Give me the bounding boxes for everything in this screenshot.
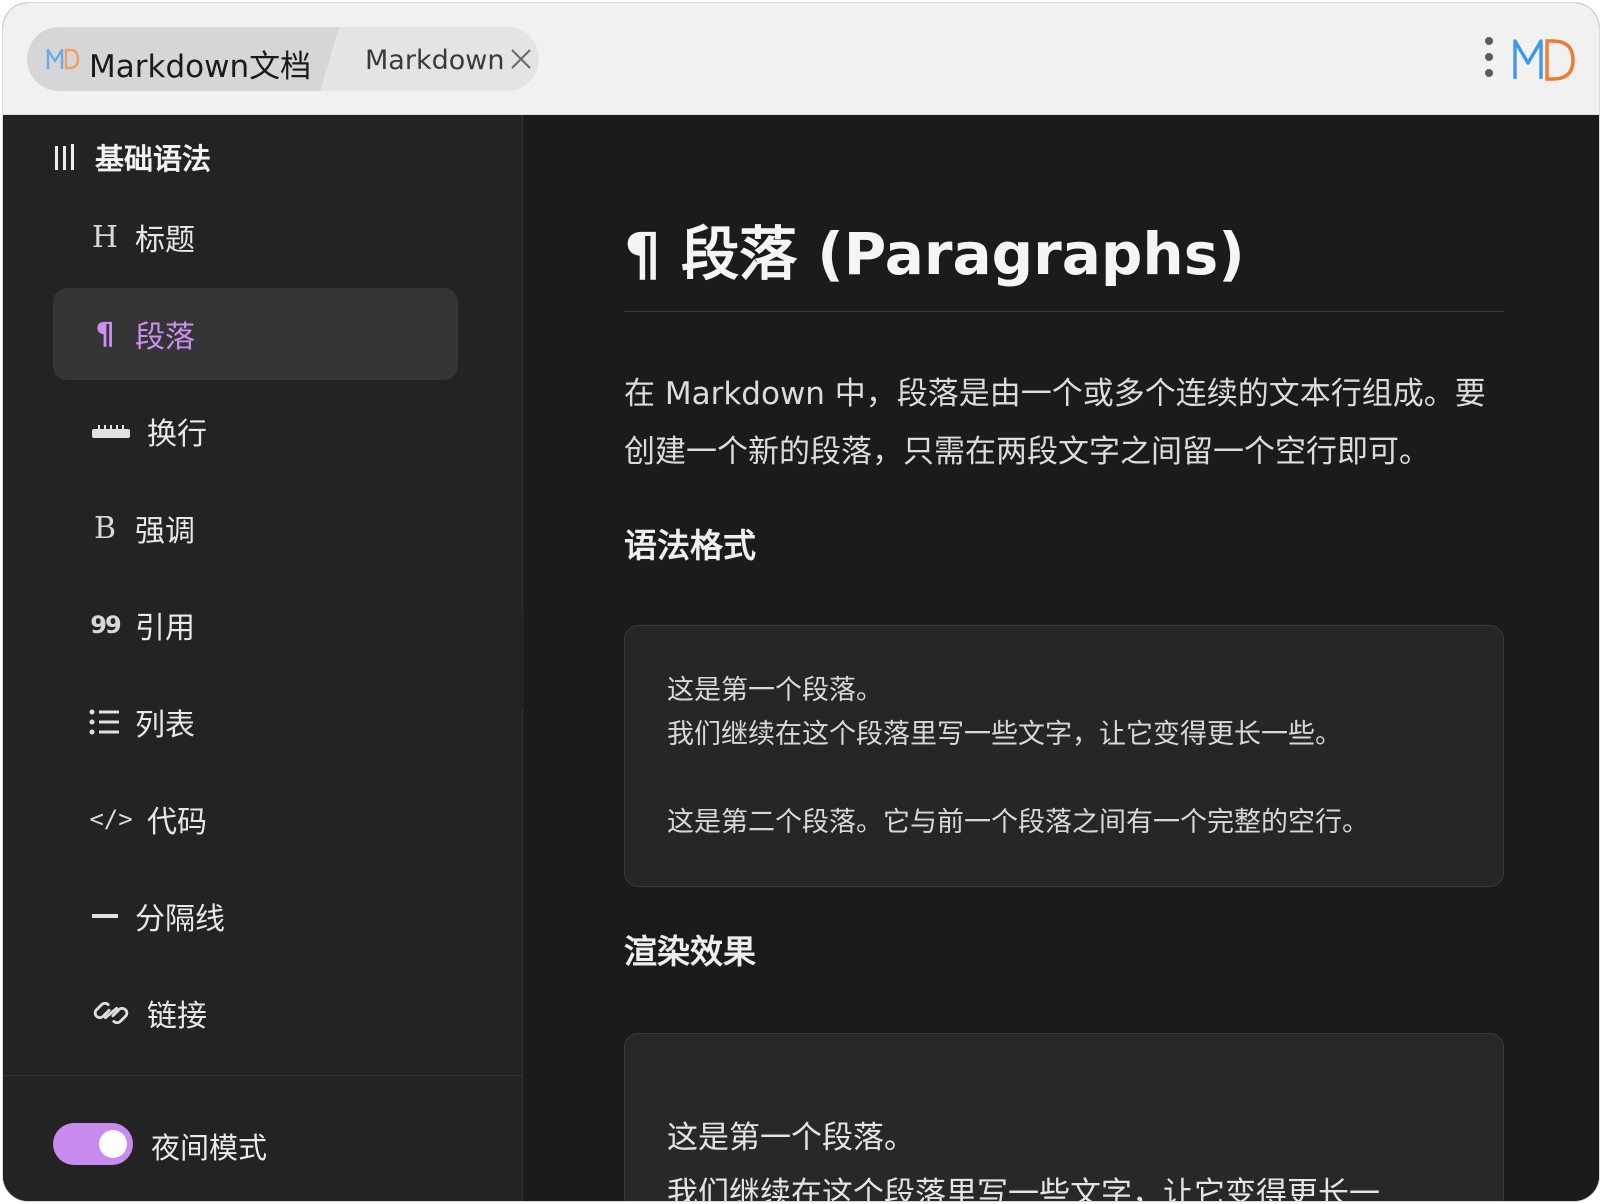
tab-group: Markdown文档 Markdown <box>27 27 539 91</box>
main-content: ¶ 段落 (Paragraphs) 在 Markdown 中，段落是由一个或多个… <box>524 115 1599 1202</box>
sidebar-item-label: 标题 <box>135 223 195 258</box>
more-options-icon[interactable] <box>1483 35 1493 79</box>
sidebar-item-label: 代码 <box>147 805 207 840</box>
sidebar-item-label: 引用 <box>135 611 195 646</box>
sidebar-item-emphasis[interactable]: B 强调 <box>53 482 458 574</box>
tab-secondary-title: Markdown <box>365 45 505 76</box>
tab-markdown[interactable]: Markdown <box>339 27 539 91</box>
page-title: ¶ 段落 (Paragraphs) <box>624 220 1245 288</box>
sidebar-item-paragraph[interactable]: ¶ 段落 <box>53 288 458 380</box>
close-icon[interactable] <box>509 47 533 71</box>
tab-markdown-doc[interactable]: Markdown文档 <box>27 27 339 91</box>
code-line: 这是第二个段落。它与前一个段落之间有一个完整的空行。 <box>667 807 1369 838</box>
code-line: 这是第一个段落。 <box>667 675 883 706</box>
night-mode-toggle[interactable] <box>53 1123 133 1165</box>
sidebar-item-label: 列表 <box>135 708 195 743</box>
render-line: 我们继续在这个段落里写一些文字，让它变得更长一 <box>667 1176 1380 1202</box>
sidebar-item-label: 换行 <box>147 417 207 452</box>
title-divider <box>624 311 1504 312</box>
bold-icon: B <box>93 510 117 546</box>
render-line: 这是第一个段落。 <box>667 1120 915 1156</box>
render-preview: 这是第一个段落。 我们继续在这个段落里写一些文字，让它变得更长一 <box>624 1033 1504 1202</box>
syntax-heading: 语法格式 <box>624 526 756 565</box>
link-icon <box>83 991 139 1035</box>
sidebar-item-code[interactable]: </> 代码 <box>53 773 458 865</box>
sidebar-item-link[interactable]: 链接 <box>53 967 458 1059</box>
night-mode-label: 夜间模式 <box>151 1131 268 1165</box>
render-heading: 渲染效果 <box>624 932 756 971</box>
code-icon: </> <box>89 805 133 833</box>
app-window: Markdown文档 Markdown 基础语法 H 标题 ¶ 段落 换行 B … <box>2 2 1600 1202</box>
sidebar-section-title: 基础语法 <box>95 142 212 176</box>
pilcrow-icon: ¶ <box>95 316 115 352</box>
sidebar-section-header: 基础语法 <box>53 137 211 177</box>
line-break-icon <box>83 409 139 453</box>
sidebar-item-label: 分隔线 <box>135 902 225 937</box>
sidebar-item-heading[interactable]: H 标题 <box>53 191 458 283</box>
intro-line: 创建一个新的段落，只需在两段文字之间留一个空行即可。 <box>624 434 1430 470</box>
sidebar-divider <box>3 1075 523 1076</box>
markdown-doc-icon <box>46 48 80 70</box>
horizontal-rule-icon <box>83 894 127 938</box>
intro-paragraph: 在 Markdown 中，段落是由一个或多个连续的文本行组成。要 创建一个新的段… <box>624 365 1514 481</box>
sidebar-item-list[interactable]: 列表 <box>53 676 458 768</box>
quote-icon: 99 <box>90 611 121 639</box>
title-bar: Markdown文档 Markdown <box>3 3 1599 115</box>
toggle-knob <box>99 1130 127 1158</box>
sidebar-item-label: 链接 <box>147 999 207 1034</box>
sidebar-item-divider[interactable]: 分隔线 <box>53 870 458 962</box>
sidebar-item-line-break[interactable]: 换行 <box>53 385 458 477</box>
intro-line: 在 Markdown 中，段落是由一个或多个连续的文本行组成。要 <box>624 376 1486 412</box>
list-icon <box>83 700 127 744</box>
sidebar-item-quote[interactable]: 99 引用 <box>53 579 458 671</box>
tab-primary-title: Markdown文档 <box>89 49 312 85</box>
code-line: 我们继续在这个段落里写一些文字，让它变得更长一些。 <box>667 719 1342 750</box>
code-block: 这是第一个段落。 我们继续在这个段落里写一些文字，让它变得更长一些。 这是第二个… <box>624 625 1504 887</box>
sections-icon <box>55 144 74 170</box>
app-logo-icon <box>1513 39 1575 81</box>
sidebar-item-label: 段落 <box>135 320 195 355</box>
sidebar-item-label: 强调 <box>135 514 195 549</box>
heading-icon: H <box>91 219 119 255</box>
sidebar: 基础语法 H 标题 ¶ 段落 换行 B 强调 99 引用 列表 </> 代码 分… <box>3 115 523 1201</box>
